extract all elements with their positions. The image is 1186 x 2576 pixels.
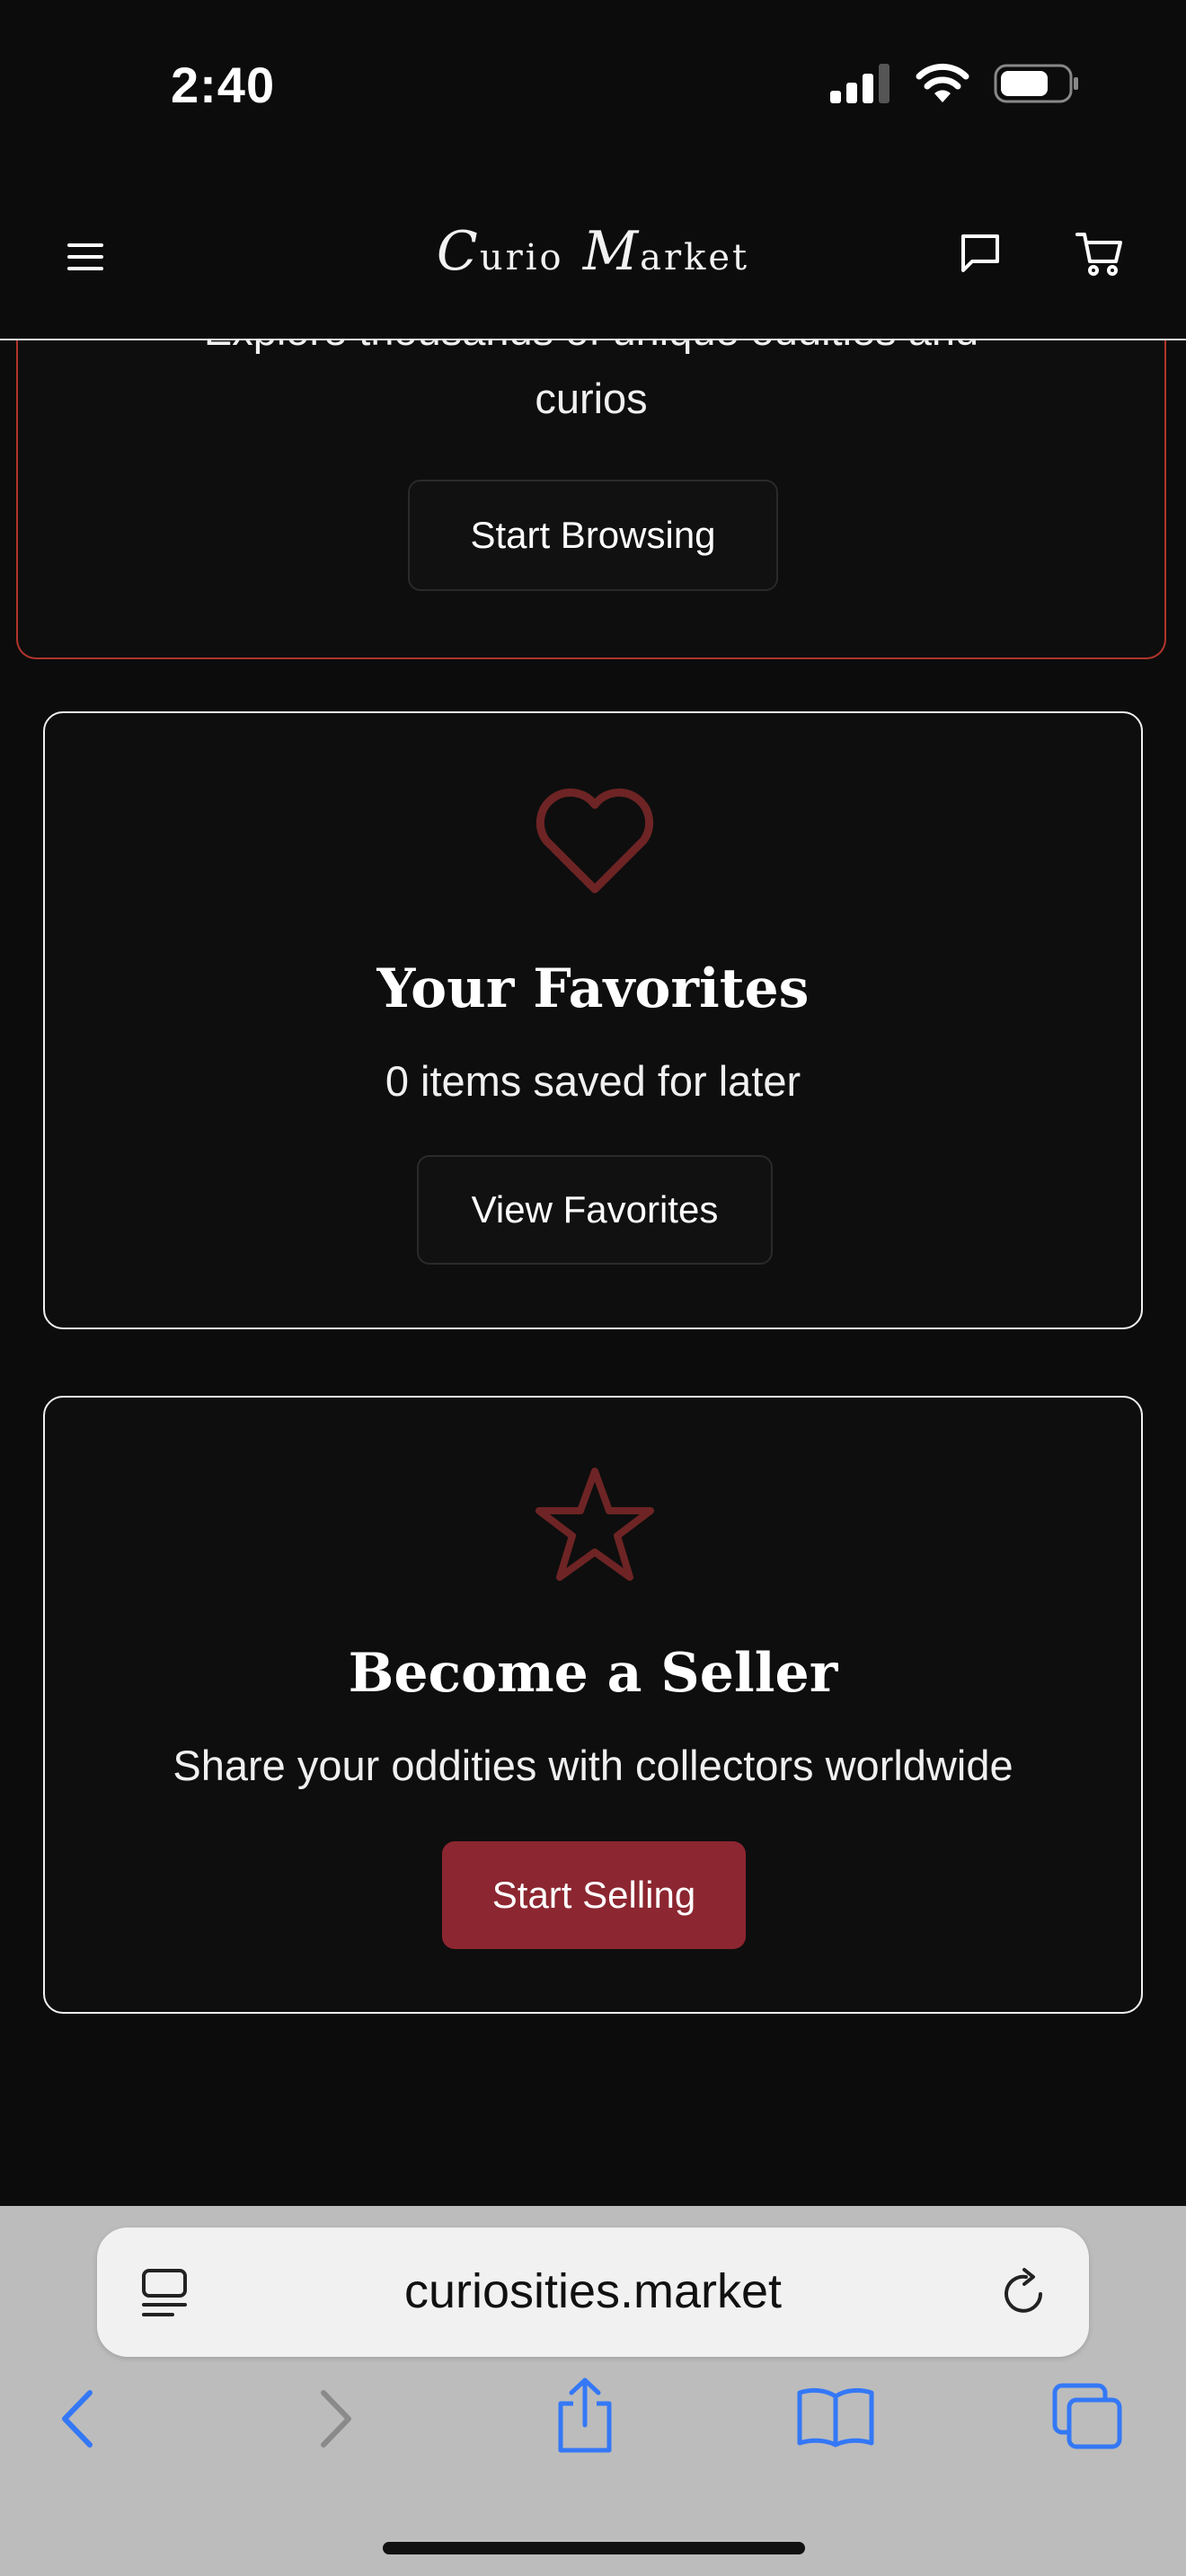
favorites-card: Your Favorites 0 items saved for later V… [43, 711, 1143, 1329]
status-time: 2:40 [171, 57, 276, 113]
site-logo[interactable]: Curio Market [0, 220, 1186, 283]
tabs-icon[interactable] [1051, 2382, 1125, 2452]
heart-icon [535, 788, 654, 894]
message-icon[interactable] [958, 231, 1003, 276]
reload-icon[interactable] [999, 2267, 1049, 2319]
seller-title: Become a Seller [348, 1642, 838, 1705]
share-icon[interactable] [553, 2377, 616, 2454]
battery-icon [994, 64, 1078, 103]
browser-toolbar: curiosities.market [0, 2206, 1186, 2576]
start-selling-button[interactable]: Start Selling [442, 1841, 746, 1949]
site-header: Curio Market [0, 175, 1186, 340]
seller-subtitle: Share your oddities with collectors worl… [173, 1742, 1013, 1789]
view-favorites-button[interactable]: View Favorites [417, 1155, 773, 1265]
start-browsing-button[interactable]: Start Browsing [408, 480, 778, 591]
favorites-title: Your Favorites [376, 957, 810, 1020]
star-icon [535, 1468, 654, 1581]
home-indicator [383, 2542, 805, 2554]
forward-icon[interactable] [316, 2389, 356, 2448]
wifi-icon [916, 63, 969, 102]
status-icons [828, 63, 1080, 104]
address-bar[interactable]: curiosities.market [97, 2228, 1089, 2357]
shopping-cart-icon[interactable] [1075, 229, 1125, 279]
seller-card: Become a Seller Share your oddities with… [43, 1396, 1143, 2014]
bookmarks-icon[interactable] [796, 2386, 875, 2448]
browse-card-text: curios [535, 375, 648, 422]
cellular-signal-icon [830, 64, 890, 103]
url-text: curiosities.market [403, 2264, 783, 2318]
back-icon[interactable] [58, 2389, 97, 2448]
favorites-subtitle: 0 items saved for later [385, 1057, 801, 1105]
